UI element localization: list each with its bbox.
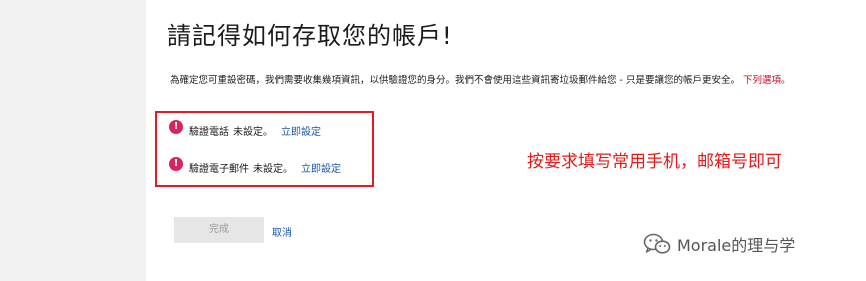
cancel-link[interactable]: 取消 [272,224,292,239]
page-title: 請記得如何存取您的帳戶! [167,22,453,50]
verify-email-label: 驗證電子郵件 [189,163,249,175]
verify-email-row: ! 驗證電子郵件 未設定。 立即設定 [169,155,341,179]
verify-phone-row: ! 驗證電話 未設定。 立即設定 [169,118,321,142]
alert-circle-icon: ! [169,157,183,171]
setup-phone-link[interactable]: 立即設定 [281,123,321,138]
description-body: 為確定您可重設密碼，我們需要收集幾項資訊，以供驗證您的身分。我們不會使用這些資訊… [170,75,740,86]
verify-email-status: 未設定。 [253,163,293,175]
setup-email-link[interactable]: 立即設定 [301,160,341,175]
watermark: Morale的理与学 [643,232,795,256]
description-text: 為確定您可重設密碼，我們需要收集幾項資訊，以供驗證您的身分。我們不會使用這些資訊… [170,74,860,88]
done-button[interactable]: 完成 [174,217,264,243]
watermark-text: Morale的理与学 [677,236,796,255]
annotation-text: 按要求填写常用手机，邮箱号即可 [527,152,782,172]
options-link[interactable]: 下列選項。 [743,75,791,86]
verify-phone-label: 驗證電話 [189,126,229,138]
verify-phone-status: 未設定。 [233,126,273,138]
alert-circle-icon: ! [169,120,183,134]
wechat-icon [643,233,671,254]
page: 請記得如何存取您的帳戶! 為確定您可重設密碼，我們需要收集幾項資訊，以供驗證您的… [0,0,866,281]
